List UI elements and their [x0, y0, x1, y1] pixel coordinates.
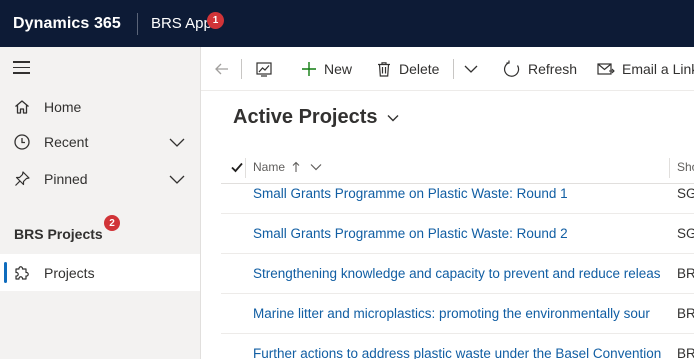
column-header-label: Name [253, 160, 286, 174]
project-short-code: BR [677, 266, 694, 281]
column-header-name[interactable]: Name [253, 160, 323, 174]
sidebar-item-home[interactable]: Home [0, 88, 200, 125]
top-navigation-bar: Dynamics 365 BRS App [0, 0, 694, 47]
table-row[interactable]: Small Grants Programme on Plastic Waste:… [221, 214, 694, 254]
column-header-short[interactable]: Sho [677, 160, 694, 174]
selection-indicator [4, 262, 7, 283]
table-row[interactable]: Marine litter and microplastics: promoti… [221, 294, 694, 334]
project-short-code: SG [677, 226, 694, 241]
chevron-down-icon[interactable] [168, 133, 186, 151]
sidebar-item-pinned[interactable]: Pinned [0, 160, 200, 197]
project-short-code: BR [677, 306, 694, 321]
refresh-button[interactable]: Refresh [503, 47, 577, 91]
view-selector[interactable]: Active Projects [233, 106, 400, 129]
sidebar-item-label: Recent [44, 133, 89, 150]
sidebar-item-recent[interactable]: Recent [0, 123, 200, 160]
project-name-link[interactable]: Small Grants Programme on Plastic Waste:… [253, 186, 669, 201]
delete-button[interactable]: Delete [376, 47, 439, 91]
more-commands-button[interactable] [463, 47, 479, 91]
notification-badge: 1 [207, 12, 224, 29]
brand-title[interactable]: Dynamics 365 [0, 15, 137, 33]
arrow-left-icon [215, 63, 228, 75]
app-name[interactable]: BRS App [138, 15, 212, 32]
table-row[interactable]: Strengthening knowledge and capacity to … [221, 254, 694, 294]
project-name-link[interactable]: Marine litter and microplastics: promoti… [253, 306, 669, 321]
page-title: Active Projects [233, 106, 378, 128]
email-link-label: Email a Link [622, 61, 694, 77]
new-button[interactable]: New [301, 47, 352, 91]
plus-icon [302, 62, 316, 76]
chevron-down-icon[interactable] [168, 170, 186, 188]
delete-label: Delete [399, 61, 440, 77]
chevron-down-icon [387, 114, 399, 121]
home-icon [15, 99, 29, 114]
project-name-link[interactable]: Strengthening knowledge and capacity to … [253, 266, 669, 281]
email-link-button[interactable]: Email a Link [597, 47, 694, 91]
hamburger-menu-icon[interactable] [13, 61, 30, 75]
refresh-icon [503, 60, 520, 77]
pin-icon [15, 170, 30, 186]
command-bar: New Delete Refresh Email a Link [201, 47, 694, 91]
sidebar-item-label: Pinned [44, 170, 88, 187]
table-row[interactable]: Further actions to address plastic waste… [221, 334, 694, 359]
sidebar-item-label: Home [44, 98, 82, 115]
chevron-down-icon[interactable] [309, 161, 323, 173]
refresh-label: Refresh [528, 61, 578, 77]
sidebar-item-label: Projects [44, 264, 95, 281]
table-row[interactable]: Small Grants Programme on Plastic Waste:… [221, 174, 694, 214]
project-short-code: SG [677, 186, 694, 201]
trash-icon [378, 62, 390, 77]
chart-icon [256, 62, 272, 77]
sidebar-item-projects[interactable]: Projects [0, 254, 200, 291]
new-label: New [324, 61, 353, 77]
clock-icon [14, 133, 30, 150]
chevron-down-icon [464, 65, 478, 73]
project-short-code: BR [677, 346, 694, 359]
sidebar: Home Recent Pinned BRS Projects Projects [0, 47, 201, 359]
divider [241, 59, 242, 79]
sort-ascending-icon [292, 161, 300, 172]
puzzle-icon [15, 265, 29, 280]
show-chart-button[interactable] [255, 47, 273, 91]
project-name-link[interactable]: Small Grants Programme on Plastic Waste:… [253, 226, 669, 241]
back-button[interactable] [214, 47, 230, 91]
select-all-checkmark-icon[interactable] [230, 160, 244, 174]
email-link-icon [597, 63, 615, 75]
divider [453, 59, 454, 79]
projects-badge: 2 [104, 215, 120, 231]
project-name-link[interactable]: Further actions to address plastic waste… [253, 346, 669, 359]
sidebar-group-title: BRS Projects [14, 226, 103, 242]
